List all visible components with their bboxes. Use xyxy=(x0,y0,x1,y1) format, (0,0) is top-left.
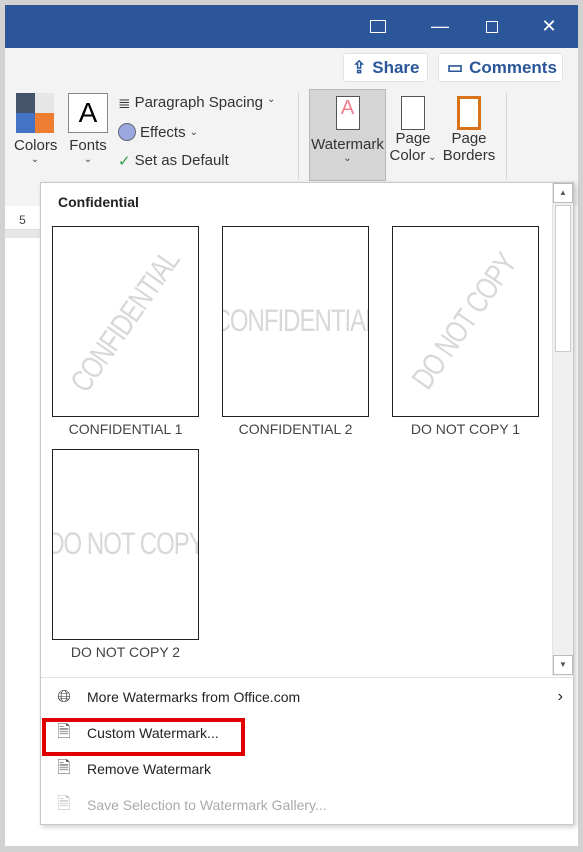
restore-icon xyxy=(486,20,498,33)
chevron-down-icon: ⌄ xyxy=(189,126,198,138)
paragraph-spacing-button[interactable]: ≣ Paragraph Spacing ⌄ xyxy=(118,94,275,112)
menu-item-label: More Watermarks from Office.com xyxy=(87,689,301,705)
close-button[interactable]: ✕ xyxy=(526,5,572,48)
watermark-preview: CONFIDENTIAL xyxy=(52,226,199,417)
share-icon: ⇪ xyxy=(352,57,367,77)
watermark-dropdown: Confidential CONFIDENTIAL CONFIDENTIAL 1C… xyxy=(40,182,574,825)
restore-button[interactable] xyxy=(469,5,515,48)
effects-icon xyxy=(118,123,136,141)
watermark-gallery-item[interactable]: CONFIDENTIAL CONFIDENTIAL 1 xyxy=(52,226,199,437)
menu-item-label: Remove Watermark xyxy=(87,761,211,777)
divider xyxy=(506,92,507,180)
minimize-icon: — xyxy=(431,16,449,36)
fonts-icon: A xyxy=(68,93,108,133)
page-borders-label-2: Borders xyxy=(442,147,496,164)
watermark-preview-text: DO NOT COPY xyxy=(405,246,525,396)
watermark-icon: A xyxy=(335,96,360,130)
watermark-gallery-label: DO NOT COPY 1 xyxy=(410,421,521,437)
ruler xyxy=(5,230,40,238)
watermark-gallery-item[interactable]: DO NOT COPY DO NOT COPY 2 xyxy=(52,449,199,660)
save-selection-icon: 🗎 xyxy=(57,793,71,813)
comments-button[interactable]: ▭ Comments xyxy=(438,53,563,82)
watermark-preview-text: CONFIDENTIAL xyxy=(222,303,368,339)
watermark-button[interactable]: A Watermark ⌄ xyxy=(309,89,386,181)
title-bar: — ✕ xyxy=(5,5,578,48)
comments-label: Comments xyxy=(469,57,557,77)
close-icon: ✕ xyxy=(541,16,557,36)
paragraph-spacing-icon: ≣ xyxy=(118,95,131,112)
chevron-right-icon: › xyxy=(557,688,563,705)
colors-label: Colors xyxy=(14,137,58,154)
watermark-preview-text: DO NOT COPY xyxy=(52,526,199,562)
gallery-section-title: Confidential xyxy=(58,194,139,210)
minimize-button[interactable]: — xyxy=(417,5,463,48)
chevron-down-icon: ⌄ xyxy=(343,153,352,164)
fonts-label: Fonts xyxy=(69,137,107,154)
set-as-default-button[interactable]: ✓ Set as Default xyxy=(118,152,229,170)
chevron-down-icon: ⌄ xyxy=(83,154,93,165)
menu-item[interactable]: 🌐︎ More Watermarks from Office.com › xyxy=(41,680,573,714)
watermark-label: Watermark xyxy=(311,136,384,153)
share-label: Share xyxy=(372,57,420,77)
menu-item: 🗎 Save Selection to Watermark Gallery... xyxy=(41,788,573,822)
page-color-icon xyxy=(401,96,425,130)
scroll-down-icon[interactable]: ▼ xyxy=(553,655,573,675)
watermark-gallery-label: CONFIDENTIAL 2 xyxy=(238,421,353,437)
watermark-preview-text: CONFIDENTIAL xyxy=(63,243,187,399)
fonts-button[interactable]: A Fonts ⌄ xyxy=(66,93,110,173)
effects-button[interactable]: Effects ⌄ xyxy=(118,123,198,141)
remove-watermark-icon: 🗎 xyxy=(57,757,71,777)
menu-item-label: Custom Watermark... xyxy=(87,725,219,741)
watermark-preview: CONFIDENTIAL xyxy=(222,226,369,417)
comment-icon: ▭ xyxy=(447,57,464,77)
scroll-up-icon[interactable]: ▲ xyxy=(553,183,573,203)
ruler-number: 5 xyxy=(5,210,40,230)
page-borders-icon xyxy=(457,96,481,130)
divider xyxy=(298,92,299,180)
colors-button[interactable]: Colors ⌄ xyxy=(14,93,58,173)
paragraph-spacing-label: Paragraph Spacing xyxy=(134,94,264,111)
menu-item-label: Save Selection to Watermark Gallery... xyxy=(87,797,327,813)
page-color-button[interactable]: Page Color ⌄ xyxy=(388,92,438,164)
checkmark-circle-icon: ✓ xyxy=(118,153,131,170)
watermark-gallery-item[interactable]: DO NOT COPY DO NOT COPY 1 xyxy=(392,226,539,437)
divider xyxy=(41,677,573,678)
page-borders-button[interactable]: Page Borders xyxy=(442,92,496,164)
share-button[interactable]: ⇪ Share xyxy=(343,53,428,82)
globe-icon: 🌐︎ xyxy=(57,687,71,706)
watermark-gallery-label: CONFIDENTIAL 1 xyxy=(68,421,183,437)
page-borders-label: Page xyxy=(451,130,487,147)
effects-label: Effects xyxy=(140,123,186,141)
ribbon-display-icon xyxy=(370,20,386,33)
watermark-gallery-label: DO NOT COPY 2 xyxy=(70,644,181,660)
colors-icon xyxy=(16,93,54,133)
chevron-down-icon: ⌄ xyxy=(30,154,40,165)
custom-watermark-icon: 🗎 xyxy=(57,721,71,741)
set-as-default-label: Set as Default xyxy=(134,152,229,169)
watermark-preview: DO NOT COPY xyxy=(52,449,199,640)
ribbon-display-options-button[interactable] xyxy=(355,5,401,48)
scrollbar-thumb[interactable] xyxy=(555,205,571,352)
watermark-gallery-item[interactable]: CONFIDENTIAL CONFIDENTIAL 2 xyxy=(222,226,369,437)
menu-item[interactable]: 🗎 Custom Watermark... xyxy=(41,716,573,750)
menu-item[interactable]: 🗎 Remove Watermark xyxy=(41,752,573,786)
gallery-scrollbar[interactable]: ▲ ▼ xyxy=(552,183,573,676)
page-color-label-2: Color ⌄ xyxy=(389,147,437,164)
watermark-preview: DO NOT COPY xyxy=(392,226,539,417)
page-color-label: Page xyxy=(395,130,431,147)
chevron-down-icon: ⌄ xyxy=(267,94,276,105)
